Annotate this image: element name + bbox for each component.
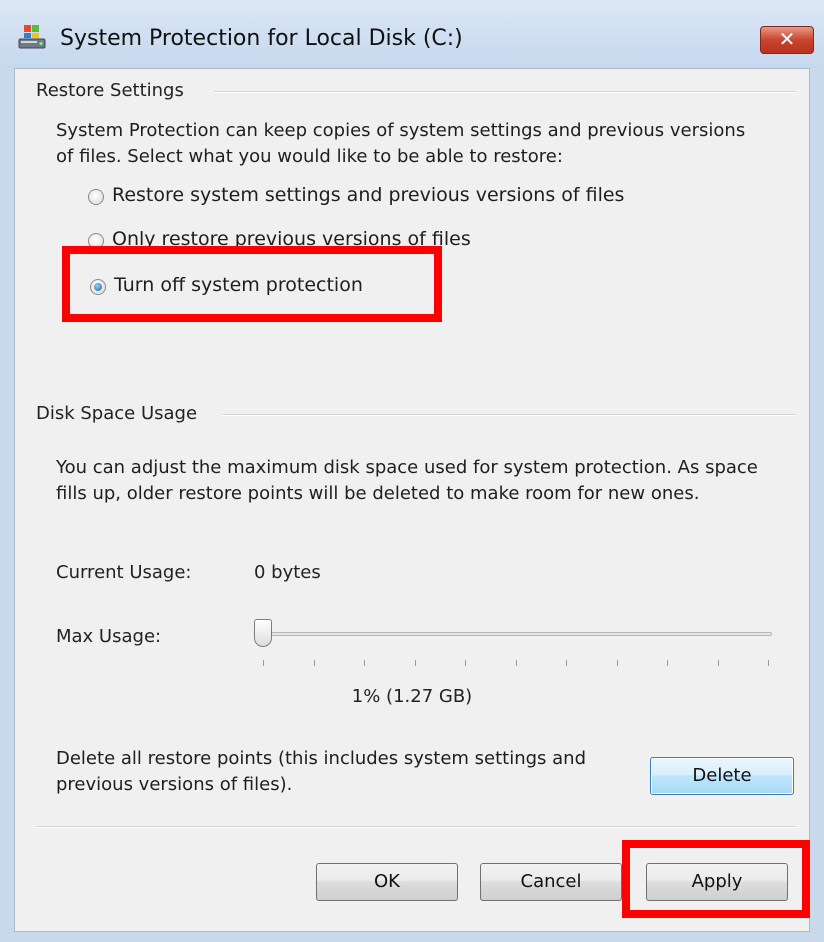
slider-tick (313, 660, 315, 666)
cancel-button[interactable]: Cancel (480, 863, 622, 901)
turn-off-protection-highlight (62, 246, 442, 322)
system-protection-icon (18, 25, 46, 49)
window-title: System Protection for Local Disk (C:) (60, 26, 463, 51)
disk-space-description: You can adjust the maximum disk space us… (56, 457, 758, 504)
max-usage-label: Max Usage: (56, 626, 162, 647)
slider-tick (364, 660, 365, 666)
slider-tick (515, 660, 517, 666)
slider-tick (414, 660, 416, 666)
radio-button[interactable] (88, 189, 104, 205)
max-usage-slider-track[interactable] (262, 632, 772, 636)
slider-tick (465, 660, 466, 666)
disk-space-group-label: Disk Space Usage (36, 403, 198, 424)
slider-tick (667, 660, 668, 666)
apply-button-highlight (622, 840, 810, 918)
current-usage-label: Current Usage: (56, 562, 192, 583)
slider-tick (616, 660, 618, 666)
disk-space-divider (222, 414, 796, 416)
slider-tick (566, 660, 567, 666)
restore-settings-divider (214, 91, 796, 93)
max-usage-value: 1% (1.27 GB) (351, 686, 473, 707)
ok-button[interactable]: OK (316, 863, 458, 901)
title-bar: System Protection for Local Disk (C:) ✕ (0, 0, 824, 68)
button-divider (36, 826, 796, 828)
radio-label: Restore system settings and previous ver… (112, 184, 625, 206)
max-usage-slider-thumb[interactable] (254, 619, 272, 647)
close-button[interactable]: ✕ (760, 26, 814, 54)
restore-settings-description: System Protection can keep copies of sys… (56, 120, 746, 167)
slider-tick (717, 660, 719, 666)
restore-settings-group-label: Restore Settings (36, 80, 184, 101)
slider-tick (768, 660, 769, 666)
delete-restore-points-description: Delete all restore points (this includes… (56, 748, 587, 795)
slider-tick (263, 660, 264, 666)
current-usage-value: 0 bytes (254, 562, 321, 583)
delete-button[interactable]: Delete (650, 757, 794, 795)
